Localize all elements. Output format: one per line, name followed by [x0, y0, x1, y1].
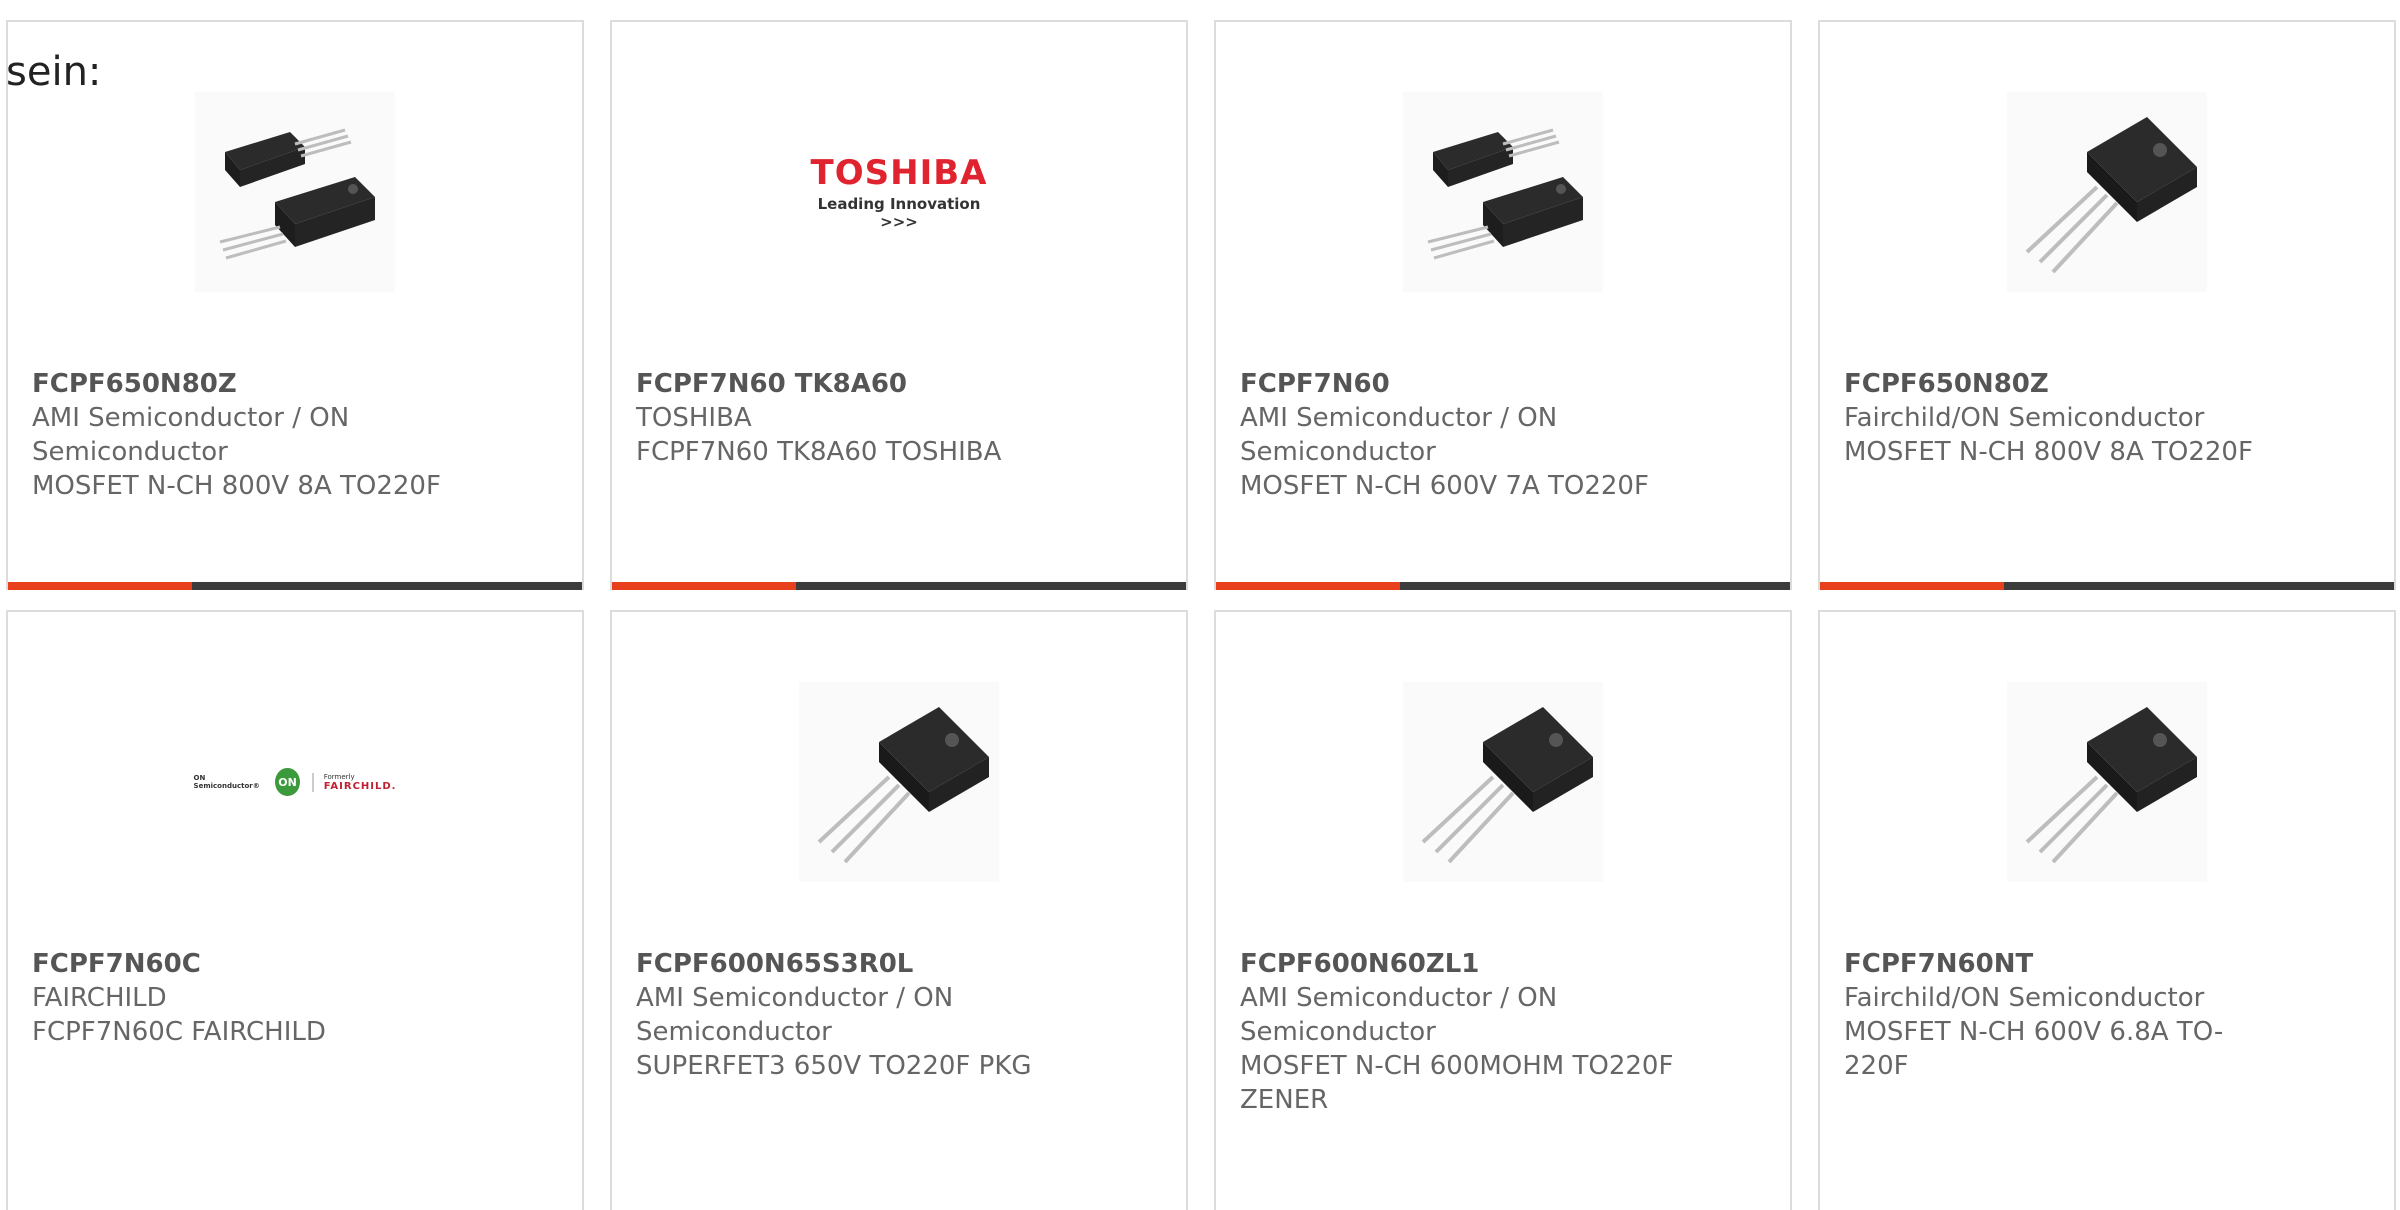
- product-card[interactable]: ON Semiconductor® ON Formerly FAIRCHILD.…: [6, 610, 584, 1210]
- product-card[interactable]: FCPF650N80Z AMI Semiconductor / ON Semic…: [6, 20, 584, 590]
- description: MOSFET N-CH 600V 7A TO220F: [1240, 471, 1649, 501]
- card-accent: [612, 582, 796, 590]
- transistor-single-icon: [2007, 92, 2207, 292]
- part-number[interactable]: FCPF7N60 TK8A60: [636, 367, 1162, 401]
- part-number[interactable]: FCPF600N65S3R0L: [636, 947, 1162, 981]
- product-card[interactable]: TOSHIBA Leading Innovation >>> FCPF7N60 …: [610, 20, 1188, 590]
- product-info: FCPF7N60NT Fairchild/ON Semiconductor MO…: [1844, 947, 2370, 1083]
- transistor-pair-icon: [195, 92, 395, 292]
- product-info: FCPF7N60 TK8A60 TOSHIBA FCPF7N60 TK8A60 …: [636, 367, 1162, 469]
- manufacturer-cont: Semiconductor: [1240, 437, 1436, 467]
- product-info: FCPF600N60ZL1 AMI Semiconductor / ON Sem…: [1240, 947, 1766, 1117]
- product-info: FCPF7N60C FAIRCHILD FCPF7N60C FAIRCHILD: [32, 947, 558, 1049]
- description: FCPF7N60C FAIRCHILD: [32, 1017, 326, 1047]
- part-number[interactable]: FCPF600N60ZL1: [1240, 947, 1766, 981]
- manufacturer: AMI Semiconductor / ON: [1240, 983, 1558, 1013]
- transistor-single-icon: [799, 682, 999, 882]
- manufacturer: AMI Semiconductor / ON: [636, 983, 954, 1013]
- card-bar: [1216, 582, 1790, 590]
- manufacturer-cont: Semiconductor: [32, 437, 228, 467]
- manufacturer: Fairchild/ON Semiconductor: [1844, 983, 2205, 1013]
- part-number[interactable]: FCPF650N80Z: [1844, 367, 2370, 401]
- on-fairchild-logo: ON Semiconductor® ON Formerly FAIRCHILD.: [193, 682, 397, 882]
- toshiba-logo-tagline: Leading Innovation >>>: [817, 195, 981, 231]
- on-badge-icon: ON: [275, 768, 300, 796]
- product-card[interactable]: FCPF7N60 AMI Semiconductor / ON Semicond…: [1214, 20, 1792, 590]
- card-accent: [8, 582, 192, 590]
- product-card[interactable]: FCPF7N60NT Fairchild/ON Semiconductor MO…: [1818, 610, 2396, 1210]
- description: MOSFET N-CH 600V 6.8A TO-: [1844, 1017, 2224, 1047]
- manufacturer: TOSHIBA: [636, 403, 752, 433]
- product-info: FCPF7N60 AMI Semiconductor / ON Semicond…: [1240, 367, 1766, 503]
- card-bar: [1820, 582, 2394, 590]
- transistor-pair-icon: [1403, 92, 1603, 292]
- toshiba-logo: TOSHIBA Leading Innovation >>>: [799, 92, 999, 292]
- lead-text: sein:: [6, 49, 102, 95]
- product-grid: FCPF650N80Z AMI Semiconductor / ON Semic…: [0, 0, 2400, 1210]
- manufacturer: AMI Semiconductor / ON: [1240, 403, 1558, 433]
- product-info: FCPF650N80Z Fairchild/ON Semiconductor M…: [1844, 367, 2370, 469]
- part-number[interactable]: FCPF650N80Z: [32, 367, 558, 401]
- manufacturer-cont: Semiconductor: [1240, 1017, 1436, 1047]
- part-number[interactable]: FCPF7N60: [1240, 367, 1766, 401]
- description-cont: ZENER: [1240, 1085, 1329, 1115]
- description: MOSFET N-CH 800V 8A TO220F: [1844, 437, 2253, 467]
- product-card[interactable]: FCPF600N60ZL1 AMI Semiconductor / ON Sem…: [1214, 610, 1792, 1210]
- product-card[interactable]: FCPF650N80Z Fairchild/ON Semiconductor M…: [1818, 20, 2396, 590]
- manufacturer: AMI Semiconductor / ON: [32, 403, 350, 433]
- manufacturer: FAIRCHILD: [32, 983, 167, 1013]
- card-bar: [612, 582, 1186, 590]
- description: MOSFET N-CH 800V 8A TO220F: [32, 471, 441, 501]
- description: FCPF7N60 TK8A60 TOSHIBA: [636, 437, 1002, 467]
- manufacturer-cont: Semiconductor: [636, 1017, 832, 1047]
- on-semiconductor-text: ON Semiconductor®: [193, 774, 260, 790]
- product-info: FCPF600N65S3R0L AMI Semiconductor / ON S…: [636, 947, 1162, 1083]
- formerly-text: Formerly: [323, 772, 355, 781]
- product-card[interactable]: FCPF600N65S3R0L AMI Semiconductor / ON S…: [610, 610, 1188, 1210]
- part-number[interactable]: FCPF7N60NT: [1844, 947, 2370, 981]
- transistor-single-icon: [2007, 682, 2207, 882]
- card-bar: [8, 582, 582, 590]
- toshiba-logo-word: TOSHIBA: [810, 153, 988, 193]
- description: SUPERFET3 650V TO220F PKG: [636, 1051, 1032, 1081]
- transistor-single-icon: [1403, 682, 1603, 882]
- card-accent: [1820, 582, 2004, 590]
- description-cont: 220F: [1844, 1051, 1909, 1081]
- product-info: FCPF650N80Z AMI Semiconductor / ON Semic…: [32, 367, 558, 503]
- card-accent: [1216, 582, 1400, 590]
- fairchild-wordmark: FAIRCHILD.: [323, 780, 397, 792]
- description: MOSFET N-CH 600MOHM TO220F: [1240, 1051, 1674, 1081]
- part-number[interactable]: FCPF7N60C: [32, 947, 558, 981]
- manufacturer: Fairchild/ON Semiconductor: [1844, 403, 2205, 433]
